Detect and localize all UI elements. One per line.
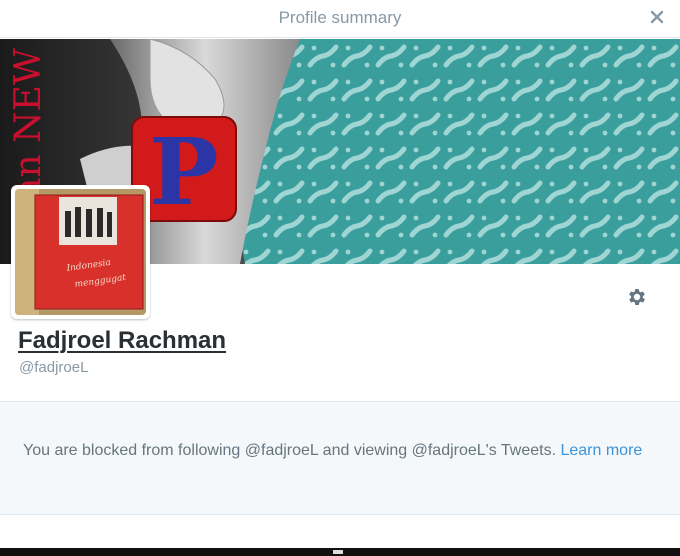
blocked-message-text: You are blocked from following @fadjroeL… [23,442,557,459]
profile-handle: @fadjroeL [19,359,89,376]
modal-title: Profile summary [278,8,402,27]
learn-more-link[interactable]: Learn more [560,442,642,459]
close-icon[interactable] [648,8,666,26]
svg-text:P: P [149,118,218,226]
profile-name[interactable]: Fadjroel Rachman [18,327,226,355]
window-bottom-edge [0,548,680,556]
svg-text:an NEW: an NEW [8,48,49,199]
modal-header: Profile summary [0,0,680,38]
gear-icon[interactable] [626,286,648,308]
blocked-message: You are blocked from following @fadjroeL… [23,440,643,461]
resize-notch [333,550,343,554]
avatar-image: Indonesia menggugat [15,189,146,315]
blocked-panel: You are blocked from following @fadjroeL… [0,401,680,515]
avatar[interactable]: Indonesia menggugat [11,185,150,319]
